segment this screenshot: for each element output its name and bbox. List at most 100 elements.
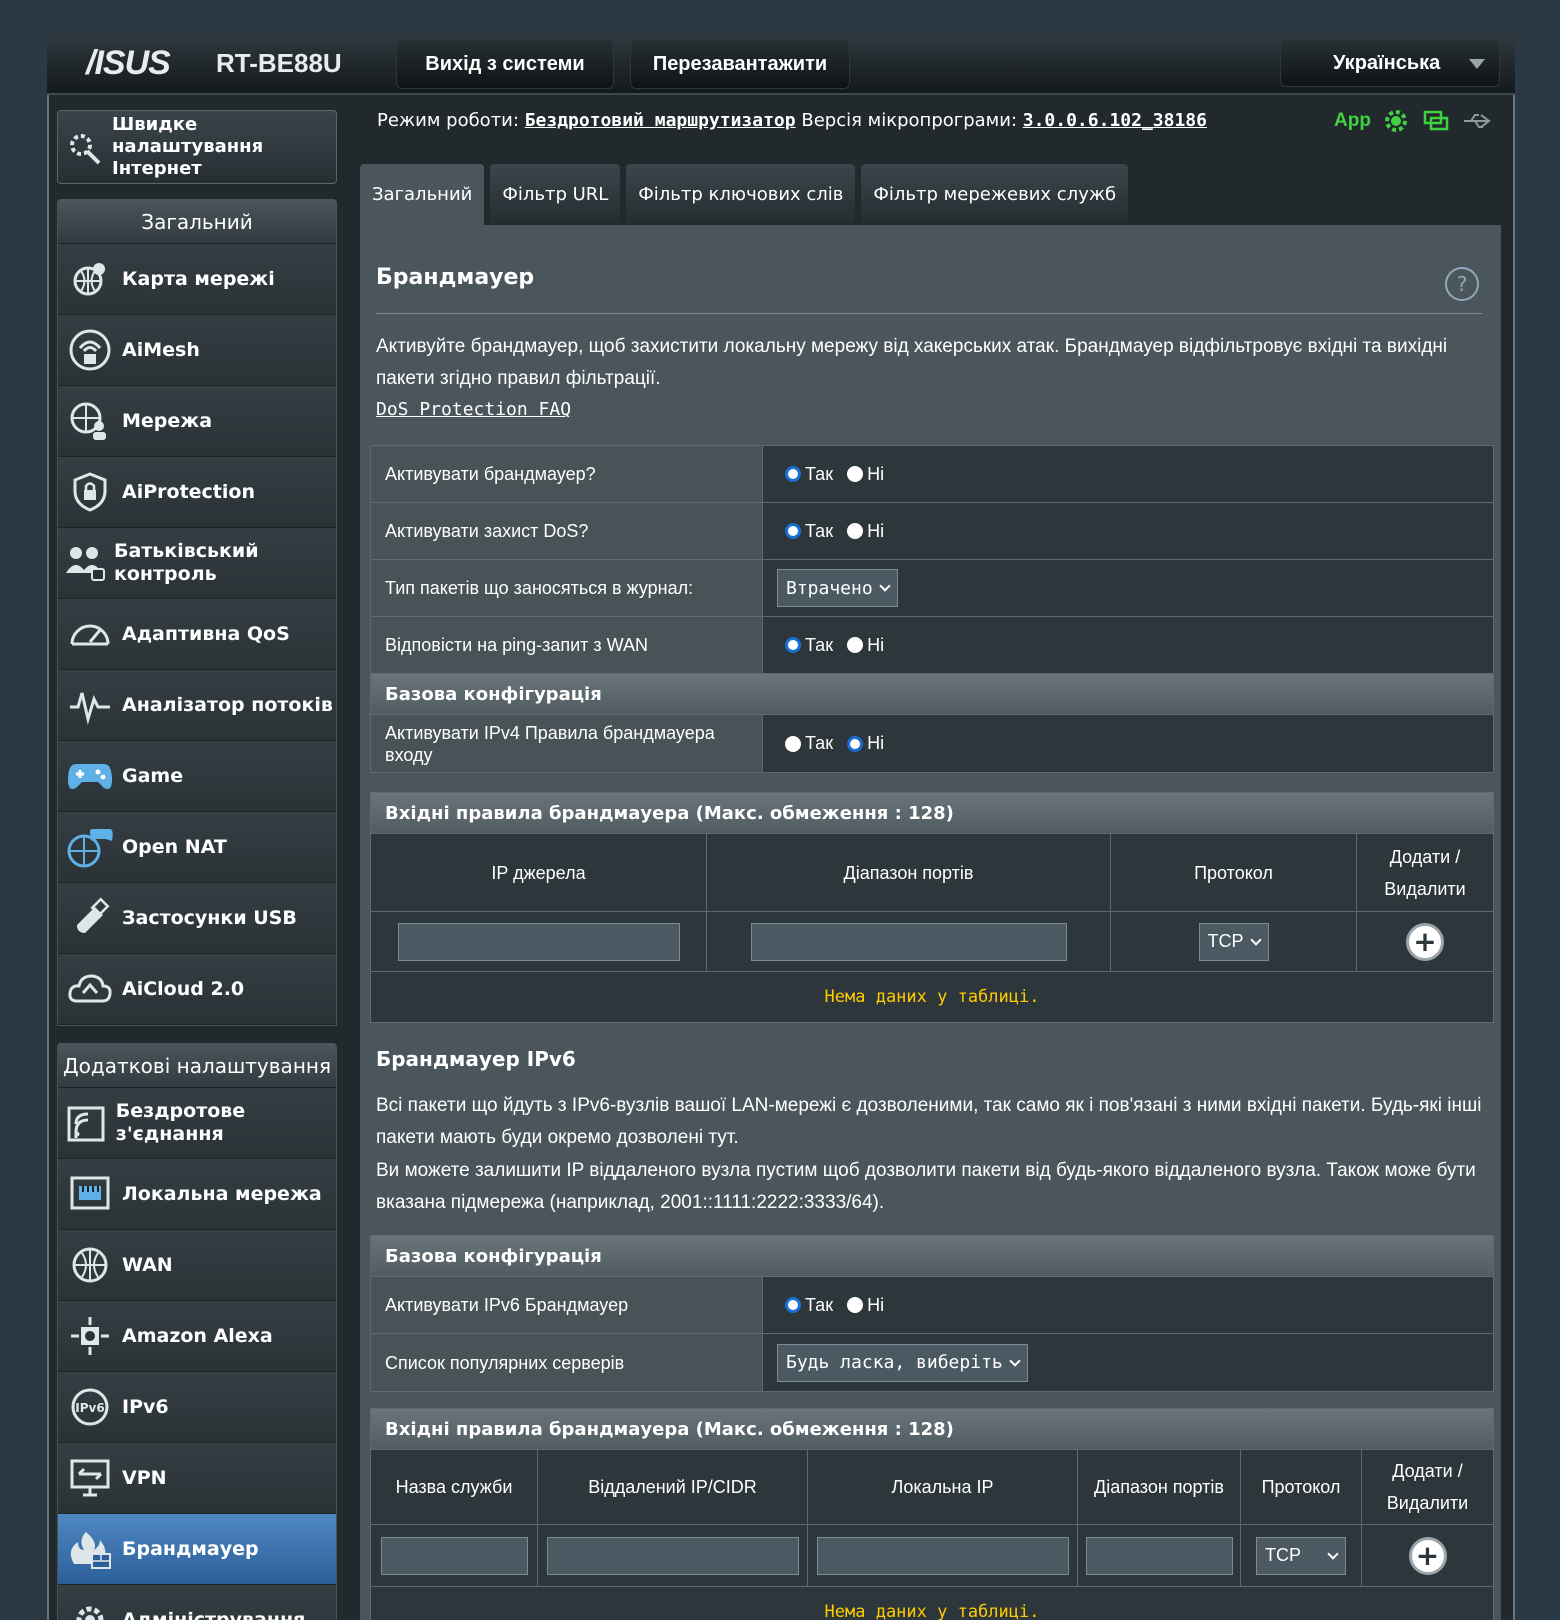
menu-label: Open NAT — [122, 835, 227, 858]
menu-aimesh[interactable]: AiMesh — [58, 315, 336, 386]
enable-dos-yes-radio[interactable] — [785, 523, 801, 539]
menu-firewall[interactable]: Брандмауер — [58, 1514, 336, 1585]
yes-label: Так — [805, 634, 834, 655]
source-ip-input[interactable] — [397, 922, 680, 961]
menu-wireless[interactable]: Бездротове з'єднання — [58, 1088, 336, 1159]
general-menu-group: Загальний Карта мережі AiMesh Мережа AiP… — [57, 199, 337, 1026]
page-title: Брандмауер — [376, 265, 535, 290]
usb-icon[interactable] — [1461, 106, 1493, 136]
local-ip-cell — [808, 1525, 1078, 1586]
col-local-ip: Локальна IP — [808, 1450, 1078, 1524]
menu-adaptive-qos[interactable]: Адаптивна QoS — [58, 599, 336, 670]
no-label: Ні — [867, 1294, 885, 1315]
quick-setup-label: Швидке налаштування Інтернет — [112, 114, 264, 179]
log-type-select[interactable]: Втрачено — [777, 569, 898, 607]
remote-ip-cell — [538, 1525, 808, 1586]
menu-parental-control[interactable]: Батьківський контроль — [58, 528, 336, 599]
table-input-row: TCP + — [371, 1525, 1493, 1587]
port-range-input[interactable] — [750, 922, 1067, 961]
dos-faq-link[interactable]: DoS Protection FAQ — [376, 399, 571, 420]
protocol-select[interactable]: TCP — [1256, 1536, 1346, 1575]
no-label: Ні — [867, 733, 885, 753]
ping-wan-yes-radio[interactable] — [785, 637, 801, 653]
help-icon[interactable]: ? — [1445, 267, 1479, 301]
firewall-panel: Брандмауер ? Активуйте брандмауер, щоб з… — [360, 225, 1501, 1620]
advanced-menu-title: Додаткові налаштування — [58, 1044, 336, 1088]
gear-icon[interactable] — [1381, 106, 1411, 136]
quick-internet-setup[interactable]: Швидке налаштування Інтернет — [57, 110, 337, 184]
protocol-select[interactable]: TCP — [1198, 922, 1269, 961]
speedometer-icon — [58, 614, 122, 654]
port-range-input[interactable] — [1085, 1536, 1233, 1575]
enable-dos-no-radio[interactable] — [847, 523, 864, 539]
form-row: Активувати брандмауер? Так Ні — [371, 446, 1493, 503]
tab-general[interactable]: Загальний — [360, 164, 485, 225]
menu-alexa[interactable]: Amazon Alexa — [58, 1301, 336, 1372]
enable-firewall-no-radio[interactable] — [847, 466, 864, 482]
menu-open-nat[interactable]: Open NAT — [58, 812, 336, 883]
table-input-row: TCP + — [371, 912, 1493, 972]
ipv6-rules-header: Вхідні правила брандмауера (Макс. обмеже… — [371, 1409, 1493, 1450]
local-ip-input[interactable] — [816, 1536, 1069, 1575]
menu-usb-apps[interactable]: Застосунки USB — [58, 883, 336, 954]
add-rule-plus-icon[interactable]: + — [1406, 922, 1444, 961]
remote-ip-input[interactable] — [546, 1536, 799, 1575]
reboot-button[interactable]: Перезавантажити — [630, 39, 850, 89]
menu-label: Amazon Alexa — [122, 1324, 273, 1347]
ipv4-inbound-yes-radio[interactable] — [785, 735, 801, 752]
menu-label: Бездротове з'єднання — [115, 1100, 246, 1145]
popular-servers-cell: Будь ласка, виберіть — [763, 1334, 1493, 1391]
ping-wan-label: Відповісти на ping-запит з WAN — [371, 617, 763, 673]
no-label: Ні — [867, 634, 885, 655]
menu-wan[interactable]: WAN — [58, 1230, 336, 1301]
popular-servers-select[interactable]: Будь ласка, виберіть — [777, 1343, 1028, 1382]
ipv6-basic-config-header: Базова конфігурація — [371, 1236, 1493, 1277]
menu-label: VPN — [122, 1466, 167, 1489]
dropdown-arrow-icon — [1469, 59, 1485, 69]
svg-text:IPv6: IPv6 — [75, 1401, 104, 1415]
menu-ipv6[interactable]: IPv6 IPv6 — [58, 1372, 336, 1443]
menu-traffic-analyzer[interactable]: Аналізатор потоків — [58, 670, 336, 741]
mode-link[interactable]: Бездротовий маршрутизатор — [525, 110, 796, 131]
ipv6-enable-label: Активувати IPv6 Брандмауер — [371, 1277, 763, 1333]
port-range-cell — [1078, 1525, 1241, 1586]
menu-administration[interactable]: Адміністрування — [58, 1585, 336, 1620]
add-rule-plus-icon[interactable]: + — [1408, 1536, 1447, 1575]
menu-aicloud[interactable]: AiCloud 2.0 — [58, 954, 336, 1025]
firmware-link[interactable]: 3.0.0.6.102_38186 — [1023, 110, 1207, 131]
ipv4-inbound-no-radio[interactable] — [847, 735, 864, 752]
menu-network[interactable]: Мережа — [58, 386, 336, 457]
network-clients-icon[interactable] — [1421, 106, 1451, 136]
basic-config-header: Базова конфігурація — [371, 674, 1493, 715]
app-link[interactable]: App — [1334, 110, 1371, 132]
firewall-icon — [58, 1528, 122, 1570]
form-row: Тип пакетів що заносяться в журнал: Втра… — [371, 560, 1493, 617]
col-source-ip: IP джерела — [371, 834, 707, 911]
ipv6-empty-table: Нема даних у таблиці. — [371, 1587, 1493, 1620]
ping-wan-no-radio[interactable] — [847, 637, 864, 653]
service-name-input[interactable] — [380, 1536, 528, 1575]
menu-vpn[interactable]: VPN — [58, 1443, 336, 1514]
menu-label: AiMesh — [122, 338, 200, 361]
add-cell: + — [1362, 1525, 1493, 1586]
menu-label: Застосунки USB — [122, 906, 297, 929]
general-menu-title: Загальний — [58, 200, 336, 244]
enable-firewall-yes-radio[interactable] — [785, 466, 801, 482]
menu-aiprotection[interactable]: AiProtection — [58, 457, 336, 528]
ipv4-rules-table: Вхідні правила брандмауера (Макс. обмеже… — [370, 792, 1494, 1023]
tab-network-services-filter[interactable]: Фільтр мережевих служб — [861, 164, 1129, 225]
menu-game[interactable]: Game — [58, 741, 336, 812]
tab-url-filter[interactable]: Фільтр URL — [490, 164, 621, 225]
ipv6-description-1: Всі пакети що йдуть з IPv6-вузлів вашої … — [376, 1095, 1482, 1148]
logout-button[interactable]: Вихід з системи — [396, 39, 614, 89]
ipv4-rules-header: Вхідні правила брандмауера (Макс. обмеже… — [371, 793, 1493, 834]
language-select[interactable]: Українська — [1280, 39, 1500, 87]
ipv6-enable-no-radio[interactable] — [847, 1297, 864, 1313]
tab-keyword-filter[interactable]: Фільтр ключових слів — [626, 164, 856, 225]
col-port-range: Діапазон портів — [707, 834, 1111, 911]
menu-network-map[interactable]: Карта мережі — [58, 244, 336, 315]
col-port-range: Діапазон портів — [1078, 1450, 1241, 1524]
col-protocol: Протокол — [1111, 834, 1357, 911]
menu-lan[interactable]: Локальна мережа — [58, 1159, 336, 1230]
ipv6-enable-yes-radio[interactable] — [785, 1297, 801, 1313]
